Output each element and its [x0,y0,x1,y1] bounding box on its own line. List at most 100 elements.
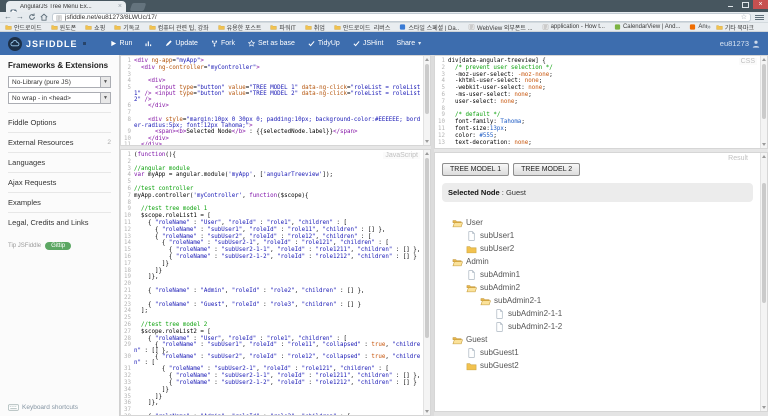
tree-model-button-1[interactable]: TREE MODEL 1 [442,163,509,176]
sidebar-item-legal-credits-and-links[interactable]: Legal, Credits and Links [8,212,111,232]
bookmark-item[interactable]: Android activity for ... [689,24,706,30]
tree-node-subuser2[interactable]: subUser2 [442,242,753,255]
line-number: 28 [121,336,134,343]
selected-node-value: Guest [506,188,526,197]
tree-node-subadmin2[interactable]: subAdmin2 [442,281,753,294]
tree-node-subguest2[interactable]: subGuest2 [442,359,753,372]
tree-node-guest[interactable]: Guest [442,333,753,346]
bookmark-item[interactable]: 윈도폰 [51,23,77,32]
stats-button[interactable] [145,40,152,47]
bookmark-item[interactable]: 안드로이드_리버스 [334,23,391,32]
bookmark-item[interactable]: 유용한 포스트 [218,23,262,32]
sidebar-item-fiddle-options[interactable]: Fiddle Options [8,112,111,132]
window-maximize-button[interactable] [738,0,753,9]
scroll-thumb[interactable] [762,64,766,119]
scroll-down-icon[interactable] [761,404,767,411]
bookmark-star-icon[interactable]: ☆ [741,14,747,21]
sidebar-item-ajax-requests[interactable]: Ajax Requests [8,172,111,192]
tree-node-subadmin2-1-1[interactable]: subAdmin2-1-1 [442,307,753,320]
scroll-thumb[interactable] [762,183,766,303]
sidebar-item-external-resources[interactable]: External Resources2 [8,132,111,152]
user-menu[interactable]: eu81273 [720,39,760,48]
css-code[interactable]: 1div[data-angular-treeview] {2 /* preven… [435,56,760,148]
bookmark-item[interactable]: application - How t... [542,24,605,30]
bookmark-item[interactable]: 컴퓨터 관련 팁, 강좌 [149,23,209,32]
bookmark-item[interactable]: 기독교 [114,23,140,32]
bookmark-item[interactable]: 취업 [305,23,325,32]
gittip-button[interactable]: Gittip [45,242,71,250]
code-text [134,159,423,166]
scroll-up-icon[interactable] [424,150,430,157]
line-number: 6 [121,186,134,193]
share-button[interactable]: Share▾ [396,40,421,47]
window-minimize-button[interactable] [723,0,738,9]
tidyup-button[interactable]: TidyUp [308,40,340,47]
bookmark-item[interactable]: 스타일 스페셜 | Da.. [399,23,459,32]
line-number: 31 [121,366,134,373]
code-line: 2 /* prevent user selection */ [435,65,760,72]
line-number: 38 [121,414,134,415]
html-code[interactable]: 1<div ng-app="myApp">2 <div ng-controlle… [121,56,423,145]
reload-icon[interactable] [28,13,36,21]
html-panel[interactable]: 1<div ng-app="myApp">2 <div ng-controlle… [120,55,431,146]
framework-select[interactable]: No-Library (pure JS) ▼ [8,76,111,88]
js-panel-scrollbar[interactable] [423,150,430,415]
bookmark-item[interactable]: CalendarView | And... [614,24,680,30]
code-text: </div> [134,136,423,143]
keyboard-icon [8,404,19,411]
code-line: 32 { "roleName" : "subUser2-1-1", "roleI… [121,373,423,380]
wrap-select[interactable]: No wrap - in <head> ▼ [8,92,111,104]
window-close-button[interactable]: × [753,0,768,9]
css-panel-scrollbar[interactable] [760,56,767,148]
html-panel-scrollbar[interactable] [423,56,430,145]
forward-icon[interactable]: → [16,13,24,21]
new-tab-button[interactable] [130,3,147,11]
tree-node-subadmin2-1[interactable]: subAdmin2-1 [442,294,753,307]
tab-close-icon[interactable]: × [118,4,122,10]
tree-node-subadmin1[interactable]: subAdmin1 [442,268,753,281]
code-text: -khtml-user-select: none; [448,78,760,85]
bookmark-item[interactable]: 파워IT [270,23,295,32]
scroll-up-icon[interactable] [424,56,430,63]
scroll-up-icon[interactable] [761,153,767,160]
run-button[interactable]: Run [110,40,133,47]
scroll-down-icon[interactable] [761,141,767,148]
scroll-down-icon[interactable] [424,138,430,145]
scroll-down-icon[interactable] [424,408,430,415]
browser-tab[interactable]: AngularJS Tree Menu Ex... × [6,1,126,12]
code-text: ]}, [134,400,423,407]
bookmark-item[interactable]: WebView 외부폰트 ... [468,23,533,32]
sidebar-item-languages[interactable]: Languages [8,152,111,172]
result-panel-scrollbar[interactable] [760,153,767,411]
back-icon[interactable]: ← [4,13,12,21]
address-bar[interactable]: jsfiddle.net/eu81273/8LWUc/17/ ☆ [52,13,751,22]
other-bookmarks-folder[interactable]: 기타 북마크 [716,23,754,32]
scroll-thumb[interactable] [425,64,429,114]
set-as-base-button[interactable]: Set as base [248,40,295,47]
bookmark-item[interactable]: 쇼핑 [85,23,105,32]
js-code[interactable]: 1(function(){23//angular module4var myAp… [121,150,423,415]
update-button[interactable]: Update [165,40,198,47]
home-icon[interactable] [40,13,48,21]
tree-node-subguest1[interactable]: subGuest1 [442,346,753,359]
browser-menu-icon[interactable] [755,14,764,21]
folder-icon [5,24,12,30]
tree-node-admin[interactable]: Admin [442,255,753,268]
keyboard-shortcuts-link[interactable]: Keyboard shortcuts [8,404,78,411]
js-panel[interactable]: JavaScript 1(function(){23//angular modu… [120,149,431,416]
bookmarks-overflow-icon[interactable]: » [707,24,711,31]
keyboard-shortcuts-label: Keyboard shortcuts [22,404,78,411]
tree-model-button-2[interactable]: TREE MODEL 2 [513,163,580,176]
sidebar-item-examples[interactable]: Examples [8,192,111,212]
jsfiddle-logo[interactable]: JSFIDDLE [8,37,86,51]
jshint-button[interactable]: JSHint [353,40,384,47]
tree-node-subadmin2-1-2[interactable]: subAdmin2-1-2 [442,320,753,333]
bookmark-item[interactable]: 안드로이드 [5,23,42,32]
fork-button[interactable]: Fork [211,40,235,47]
tree-node-user[interactable]: User [442,216,753,229]
css-panel[interactable]: CSS 1div[data-angular-treeview] {2 /* pr… [434,55,768,149]
tree-node-subuser1[interactable]: subUser1 [442,229,753,242]
scroll-up-icon[interactable] [761,56,767,63]
scroll-thumb[interactable] [425,158,429,338]
tip-label: Tip JSFiddle [8,243,41,249]
